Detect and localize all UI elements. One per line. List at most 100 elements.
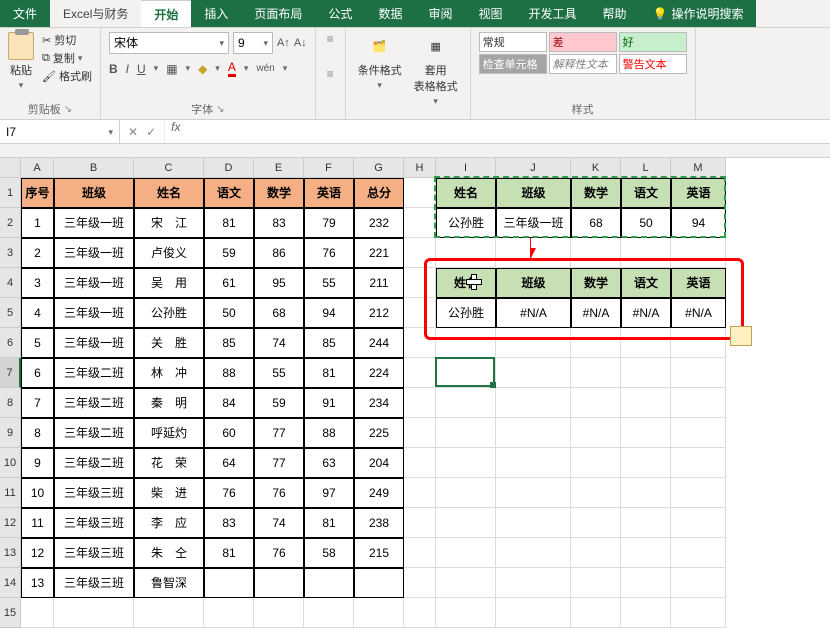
cell[interactable]: 3 <box>21 268 54 298</box>
cell[interactable]: 7 <box>21 388 54 418</box>
cell[interactable] <box>496 598 571 628</box>
cell[interactable]: 三年级一班 <box>54 268 134 298</box>
cell[interactable] <box>436 538 496 568</box>
cell[interactable]: 语文 <box>621 178 671 208</box>
cell[interactable] <box>621 328 671 358</box>
formula-input[interactable] <box>186 120 830 143</box>
cell[interactable]: 11 <box>21 508 54 538</box>
cell-styles-gallery[interactable]: 常规 差 好 检查单元格 解释性文本 警告文本 <box>479 32 687 74</box>
cell[interactable] <box>436 238 496 268</box>
cell[interactable]: 60 <box>204 418 254 448</box>
cell[interactable] <box>436 478 496 508</box>
cell[interactable] <box>404 358 436 388</box>
cell[interactable]: 55 <box>254 358 304 388</box>
cell[interactable] <box>404 268 436 298</box>
cell[interactable]: 97 <box>304 478 354 508</box>
cell[interactable]: 55 <box>304 268 354 298</box>
cell[interactable]: 76 <box>254 538 304 568</box>
cell[interactable]: 三年级三班 <box>54 568 134 598</box>
cell[interactable] <box>621 388 671 418</box>
cell[interactable]: 林 冲 <box>134 358 204 388</box>
cell[interactable]: 班级 <box>54 178 134 208</box>
row-header-2[interactable]: 2 <box>0 208 21 238</box>
cell[interactable] <box>304 598 354 628</box>
cell[interactable] <box>404 478 436 508</box>
col-header-C[interactable]: C <box>134 158 204 178</box>
cell[interactable]: 238 <box>354 508 404 538</box>
cell[interactable] <box>621 568 671 598</box>
cell[interactable]: 12 <box>21 538 54 568</box>
cell[interactable]: 85 <box>304 328 354 358</box>
row-header-13[interactable]: 13 <box>0 538 21 568</box>
tab-file[interactable]: 文件 <box>0 0 50 27</box>
cell[interactable]: 班级 <box>496 268 571 298</box>
cell[interactable] <box>571 538 621 568</box>
painter-button[interactable]: 🖌格式刷 <box>42 68 92 84</box>
cell[interactable]: 76 <box>304 238 354 268</box>
cell[interactable]: 59 <box>204 238 254 268</box>
cell[interactable] <box>354 568 404 598</box>
cell[interactable]: 244 <box>354 328 404 358</box>
underline-button[interactable]: U <box>137 62 146 76</box>
cell[interactable]: 76 <box>254 478 304 508</box>
cell[interactable]: 204 <box>354 448 404 478</box>
font-size-select[interactable]: 9▾ <box>233 32 273 54</box>
col-header-J[interactable]: J <box>496 158 571 178</box>
cell[interactable]: 三年级三班 <box>54 538 134 568</box>
cell[interactable]: 85 <box>204 328 254 358</box>
cell[interactable] <box>354 598 404 628</box>
cell[interactable] <box>496 358 571 388</box>
name-box[interactable]: I7▾ <box>0 120 120 143</box>
col-header-A[interactable]: A <box>21 158 54 178</box>
bold-button[interactable]: B <box>109 62 118 76</box>
tab-home[interactable]: 开始 <box>141 0 191 27</box>
row-header-8[interactable]: 8 <box>0 388 21 418</box>
cell[interactable] <box>571 598 621 628</box>
tab-excelfin[interactable]: Excel与财务 <box>50 0 141 27</box>
cell[interactable]: 李 应 <box>134 508 204 538</box>
cell[interactable]: 9 <box>21 448 54 478</box>
cell[interactable]: 83 <box>204 508 254 538</box>
cell[interactable]: 总分 <box>354 178 404 208</box>
cell[interactable]: 88 <box>204 358 254 388</box>
fx-icon[interactable]: fx <box>165 120 186 143</box>
cell[interactable] <box>404 418 436 448</box>
cell[interactable]: 10 <box>21 478 54 508</box>
cell[interactable]: 81 <box>204 538 254 568</box>
cell[interactable] <box>621 418 671 448</box>
cell[interactable]: 三年级一班 <box>54 208 134 238</box>
cell[interactable]: 英语 <box>671 178 726 208</box>
cell[interactable]: 211 <box>354 268 404 298</box>
cell[interactable] <box>621 238 671 268</box>
cell[interactable] <box>571 478 621 508</box>
cell[interactable]: 6 <box>21 358 54 388</box>
cell[interactable]: 三年级二班 <box>54 388 134 418</box>
cell[interactable]: 三年级一班 <box>496 208 571 238</box>
copy-button[interactable]: ⧉复制▾ <box>42 50 92 66</box>
cell[interactable] <box>134 598 204 628</box>
cell[interactable]: 8 <box>21 418 54 448</box>
row-header-5[interactable]: 5 <box>0 298 21 328</box>
cell[interactable]: 2 <box>21 238 54 268</box>
cell[interactable]: 232 <box>354 208 404 238</box>
cell[interactable]: 249 <box>354 478 404 508</box>
cell[interactable]: 数学 <box>254 178 304 208</box>
cell[interactable]: 英语 <box>304 178 354 208</box>
cell[interactable]: 姓名 <box>436 178 496 208</box>
cell[interactable]: 宋 江 <box>134 208 204 238</box>
cell[interactable] <box>671 568 726 598</box>
cell[interactable]: 79 <box>304 208 354 238</box>
paste-options-button[interactable] <box>730 326 752 346</box>
cell[interactable] <box>496 328 571 358</box>
cell[interactable]: 68 <box>571 208 621 238</box>
cell[interactable] <box>671 508 726 538</box>
cell[interactable] <box>621 598 671 628</box>
cell[interactable]: 三年级一班 <box>54 298 134 328</box>
cell[interactable] <box>404 328 436 358</box>
tab-insert[interactable]: 插入 <box>191 0 241 27</box>
cell[interactable]: 95 <box>254 268 304 298</box>
cell[interactable] <box>436 358 496 388</box>
cell[interactable] <box>571 388 621 418</box>
cell[interactable]: 英语 <box>671 268 726 298</box>
tab-data[interactable]: 数据 <box>365 0 415 27</box>
